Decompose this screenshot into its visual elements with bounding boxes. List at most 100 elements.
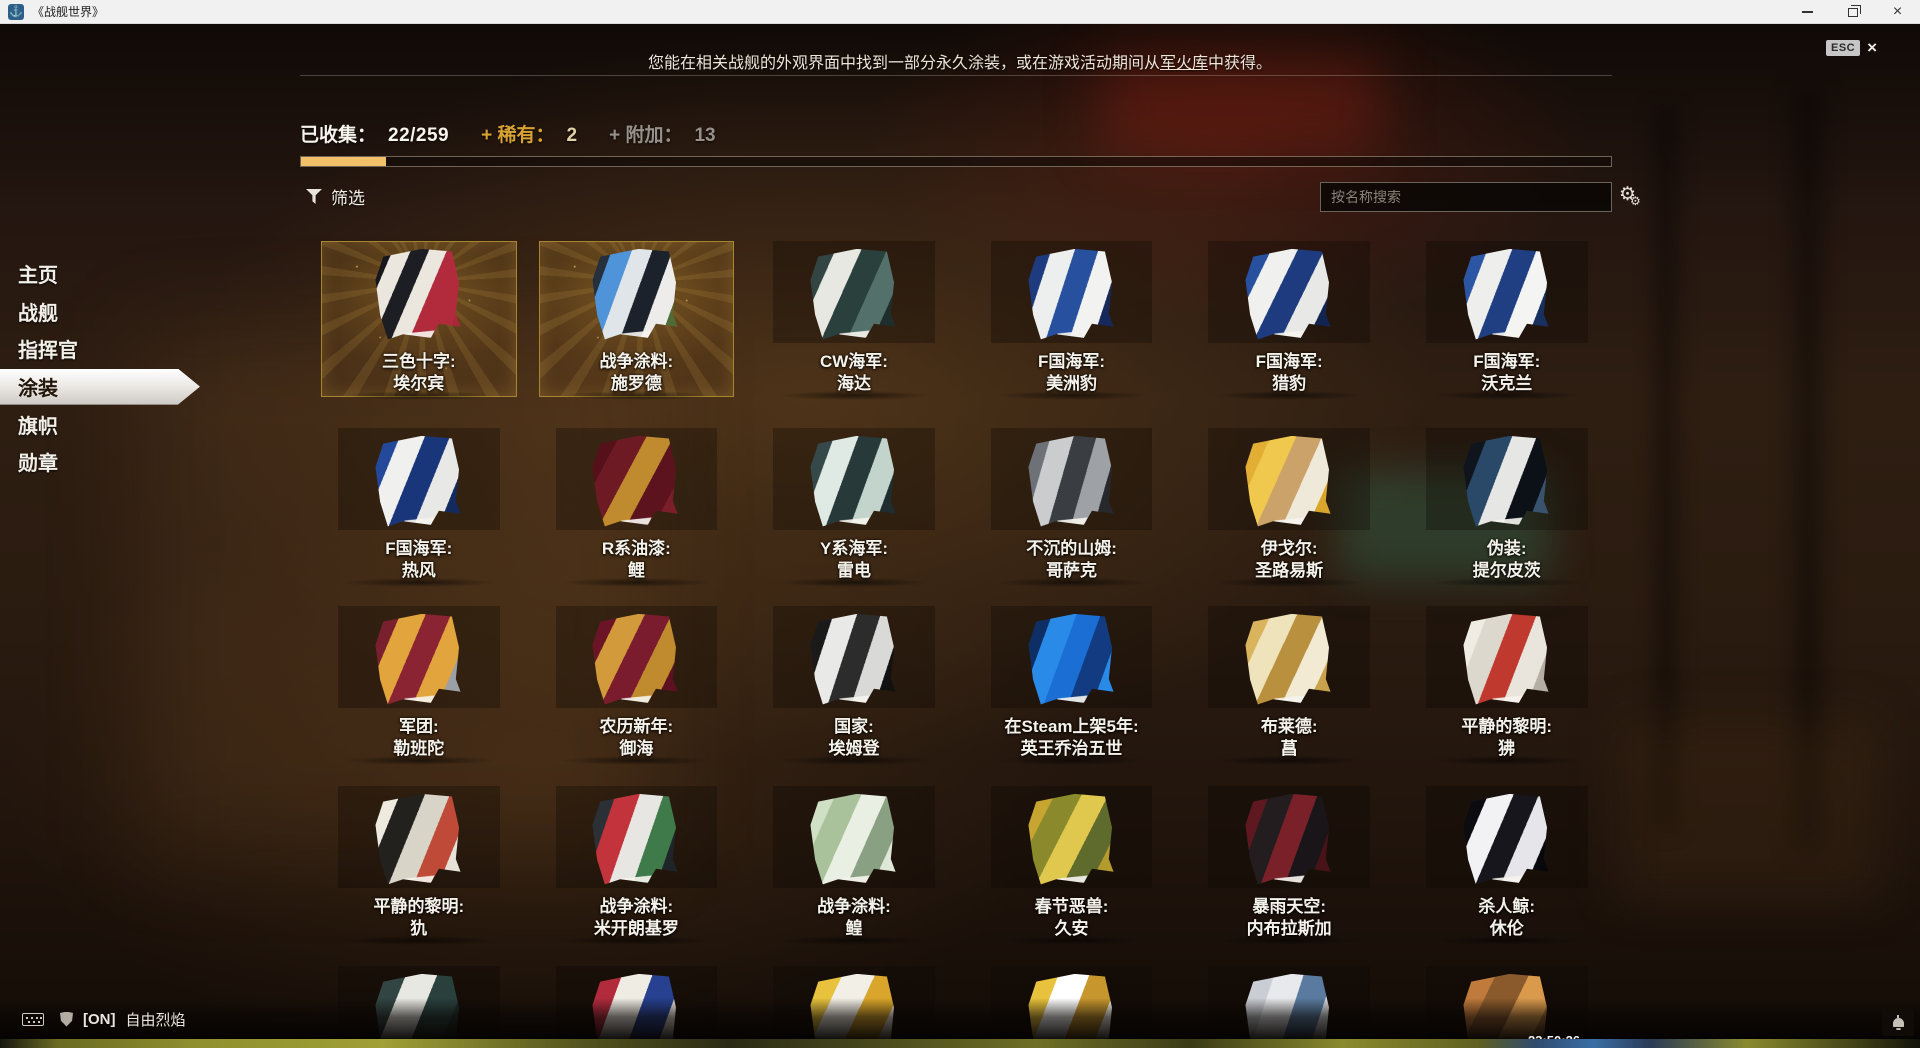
camo-item[interactable]: 平静的黎明:狒 bbox=[1398, 606, 1616, 774]
camo-patch-icon bbox=[592, 435, 681, 530]
camo-item[interactable]: 在Steam上架5年:英王乔治五世 bbox=[963, 606, 1181, 774]
esc-hint[interactable]: ESC × bbox=[1826, 40, 1877, 56]
camo-item[interactable]: 不沉的山姆:哥萨克 bbox=[963, 428, 1181, 596]
search-input[interactable] bbox=[1320, 182, 1612, 212]
camo-grid-row: F国海军:热风 R系油漆:鲤 Y系海军:雷电不沉的山姆:哥萨克 伊戈尔:圣路易斯 伪装:… bbox=[310, 428, 1616, 596]
camo-item[interactable]: 暴雨天空:内布拉斯加 bbox=[1180, 786, 1398, 954]
restore-icon bbox=[1848, 8, 1858, 17]
clan-name[interactable]: 自由烈焰 bbox=[126, 1009, 186, 1030]
camo-item[interactable]: 伊戈尔:圣路易斯 bbox=[1180, 428, 1398, 596]
rare-value: 2 bbox=[567, 125, 578, 147]
camo-item[interactable]: Y系海军:雷电 bbox=[745, 428, 963, 596]
camo-patch-icon bbox=[1027, 613, 1116, 708]
camo-item-label: 农历新年:御海 bbox=[600, 716, 674, 760]
camo-patch-icon bbox=[374, 613, 463, 708]
sidebar-item-涂装[interactable]: 涂装 bbox=[0, 369, 200, 405]
sidebar-item-旗帜[interactable]: 旗帜 bbox=[0, 405, 210, 443]
camo-patch-icon bbox=[1462, 793, 1551, 888]
sidebar-item-主页[interactable]: 主页 bbox=[0, 255, 210, 293]
sidebar-item-战舰[interactable]: 战舰 bbox=[0, 293, 210, 331]
restore-button[interactable] bbox=[1830, 0, 1875, 24]
camo-item-label: F国海军:猎豹 bbox=[1256, 351, 1323, 395]
filter-button[interactable]: 筛选 bbox=[306, 184, 365, 209]
camo-item[interactable]: CW海军:海达 bbox=[745, 241, 963, 409]
collection-progress-fill bbox=[301, 157, 386, 166]
camo-patch-icon bbox=[809, 435, 898, 530]
camo-patch-icon bbox=[1245, 613, 1334, 708]
clan-shield-icon bbox=[60, 1012, 73, 1027]
camo-item-label: 平静的黎明:犰 bbox=[373, 896, 464, 940]
port-sidebar: 主页战舰指挥官涂装旗帜勋章 bbox=[0, 255, 210, 481]
collected-value: 22/259 bbox=[388, 125, 449, 147]
camo-item[interactable]: 战争涂料:鳇 bbox=[745, 786, 963, 954]
notifications-button[interactable] bbox=[1882, 1008, 1914, 1036]
camo-item[interactable]: F国海军:美洲豹 bbox=[963, 241, 1181, 409]
camo-item-label: 战争涂料:鳇 bbox=[817, 896, 891, 940]
camo-item-label: F国海军:热风 bbox=[385, 538, 452, 582]
esc-close-icon: × bbox=[1867, 41, 1877, 55]
os-titlebar: ⚓ 《战舰世界》 × bbox=[0, 0, 1920, 24]
camo-item[interactable]: F国海军:热风 bbox=[310, 428, 528, 596]
camo-item-label: 伪装:提尔皮茨 bbox=[1473, 538, 1541, 582]
minimize-icon bbox=[1802, 11, 1813, 13]
bottom-status-bar: [ON] 自由烈焰 bbox=[0, 998, 1920, 1040]
camo-item[interactable]: 国家:埃姆登 bbox=[745, 606, 963, 774]
camo-grid-row: 平静的黎明:犰 战争涂料:米开朗基罗战争涂料:鳇 春节恶兽:久安暴雨天空:内布拉斯加… bbox=[310, 786, 1616, 954]
camo-item-label: 伊戈尔:圣路易斯 bbox=[1255, 538, 1323, 582]
message-text: 您能在相关战舰的外观界面中找到一部分永久涂装，或在游戏活动期间从 bbox=[648, 55, 1160, 72]
camo-patch-icon bbox=[374, 793, 463, 888]
camo-item-label: 战争涂料:施罗德 bbox=[600, 351, 674, 395]
filter-funnel-icon bbox=[306, 189, 322, 204]
camo-patch-icon bbox=[1462, 435, 1551, 530]
camo-patch-icon bbox=[809, 248, 898, 343]
camo-item-label: 军团:勒班陀 bbox=[393, 716, 444, 760]
camo-patch-icon bbox=[592, 248, 681, 343]
extra-value: 13 bbox=[694, 125, 715, 147]
camo-item-label: F国海军:美洲豹 bbox=[1038, 351, 1105, 395]
camo-patch-icon bbox=[592, 613, 681, 708]
minimize-button[interactable] bbox=[1785, 0, 1830, 24]
sidebar-item-指挥官[interactable]: 指挥官 bbox=[0, 330, 210, 368]
search-settings-button[interactable]: ⚙ ⚙ bbox=[1619, 183, 1647, 213]
window-title: 《战舰世界》 bbox=[32, 3, 104, 20]
armory-link[interactable]: 军火库 bbox=[1160, 55, 1208, 72]
close-icon: × bbox=[1893, 4, 1902, 20]
camo-item[interactable]: 平静的黎明:犰 bbox=[310, 786, 528, 954]
sidebar-item-勋章[interactable]: 勋章 bbox=[0, 443, 210, 481]
camo-item[interactable]: 军团:勒班陀 bbox=[310, 606, 528, 774]
camo-item[interactable]: F国海军:猎豹 bbox=[1180, 241, 1398, 409]
camo-grid-row: 三色十字:埃尔宾战争涂料:施罗德 CW海军:海达 F国海军:美洲豹 F国海军:猎豹 F国… bbox=[310, 241, 1616, 409]
camo-patch-icon bbox=[1027, 435, 1116, 530]
camo-item[interactable]: R系油漆:鲤 bbox=[528, 428, 746, 596]
camo-item-label: 暴雨天空:内布拉斯加 bbox=[1247, 896, 1332, 940]
camo-item[interactable]: 杀人鲸:休伦 bbox=[1398, 786, 1616, 954]
window-controls: × bbox=[1785, 0, 1920, 24]
camo-item-label: 不沉的山姆:哥萨克 bbox=[1026, 538, 1117, 582]
camo-item[interactable]: 春节恶兽:久安 bbox=[963, 786, 1181, 954]
chat-keyboard-icon[interactable] bbox=[22, 1013, 44, 1026]
camo-patch-icon bbox=[1462, 613, 1551, 708]
camo-item[interactable]: 战争涂料:米开朗基罗 bbox=[528, 786, 746, 954]
filter-label: 筛选 bbox=[331, 184, 365, 209]
camo-item-label: 杀人鲸:休伦 bbox=[1478, 896, 1535, 940]
camo-patch-icon bbox=[1027, 248, 1116, 343]
camo-patch-icon bbox=[1462, 248, 1551, 343]
collection-progress-bar bbox=[300, 156, 1612, 167]
camo-patch-icon bbox=[809, 613, 898, 708]
search-box bbox=[1320, 182, 1612, 212]
camo-item-label: R系油漆:鲤 bbox=[602, 538, 671, 582]
camo-item[interactable]: 布莱德:菖 bbox=[1180, 606, 1398, 774]
camo-item[interactable]: 战争涂料:施罗德 bbox=[528, 241, 746, 409]
camo-item-label: CW海军:海达 bbox=[820, 351, 888, 395]
app-anchor-icon: ⚓ bbox=[8, 4, 24, 20]
camo-item[interactable]: 三色十字:埃尔宾 bbox=[310, 241, 528, 409]
camo-item[interactable]: F国海军:沃克兰 bbox=[1398, 241, 1616, 409]
camo-item-label: 国家:埃姆登 bbox=[828, 716, 879, 760]
esc-key-badge: ESC bbox=[1826, 40, 1860, 56]
extra-label: + 附加： bbox=[609, 120, 682, 147]
camo-item-label: 在Steam上架5年:英王乔治五世 bbox=[1005, 716, 1139, 760]
camo-item[interactable]: 伪装:提尔皮茨 bbox=[1398, 428, 1616, 596]
camo-item[interactable]: 农历新年:御海 bbox=[528, 606, 746, 774]
os-taskbar-sliver[interactable] bbox=[0, 1039, 1920, 1048]
close-button[interactable]: × bbox=[1875, 0, 1920, 24]
